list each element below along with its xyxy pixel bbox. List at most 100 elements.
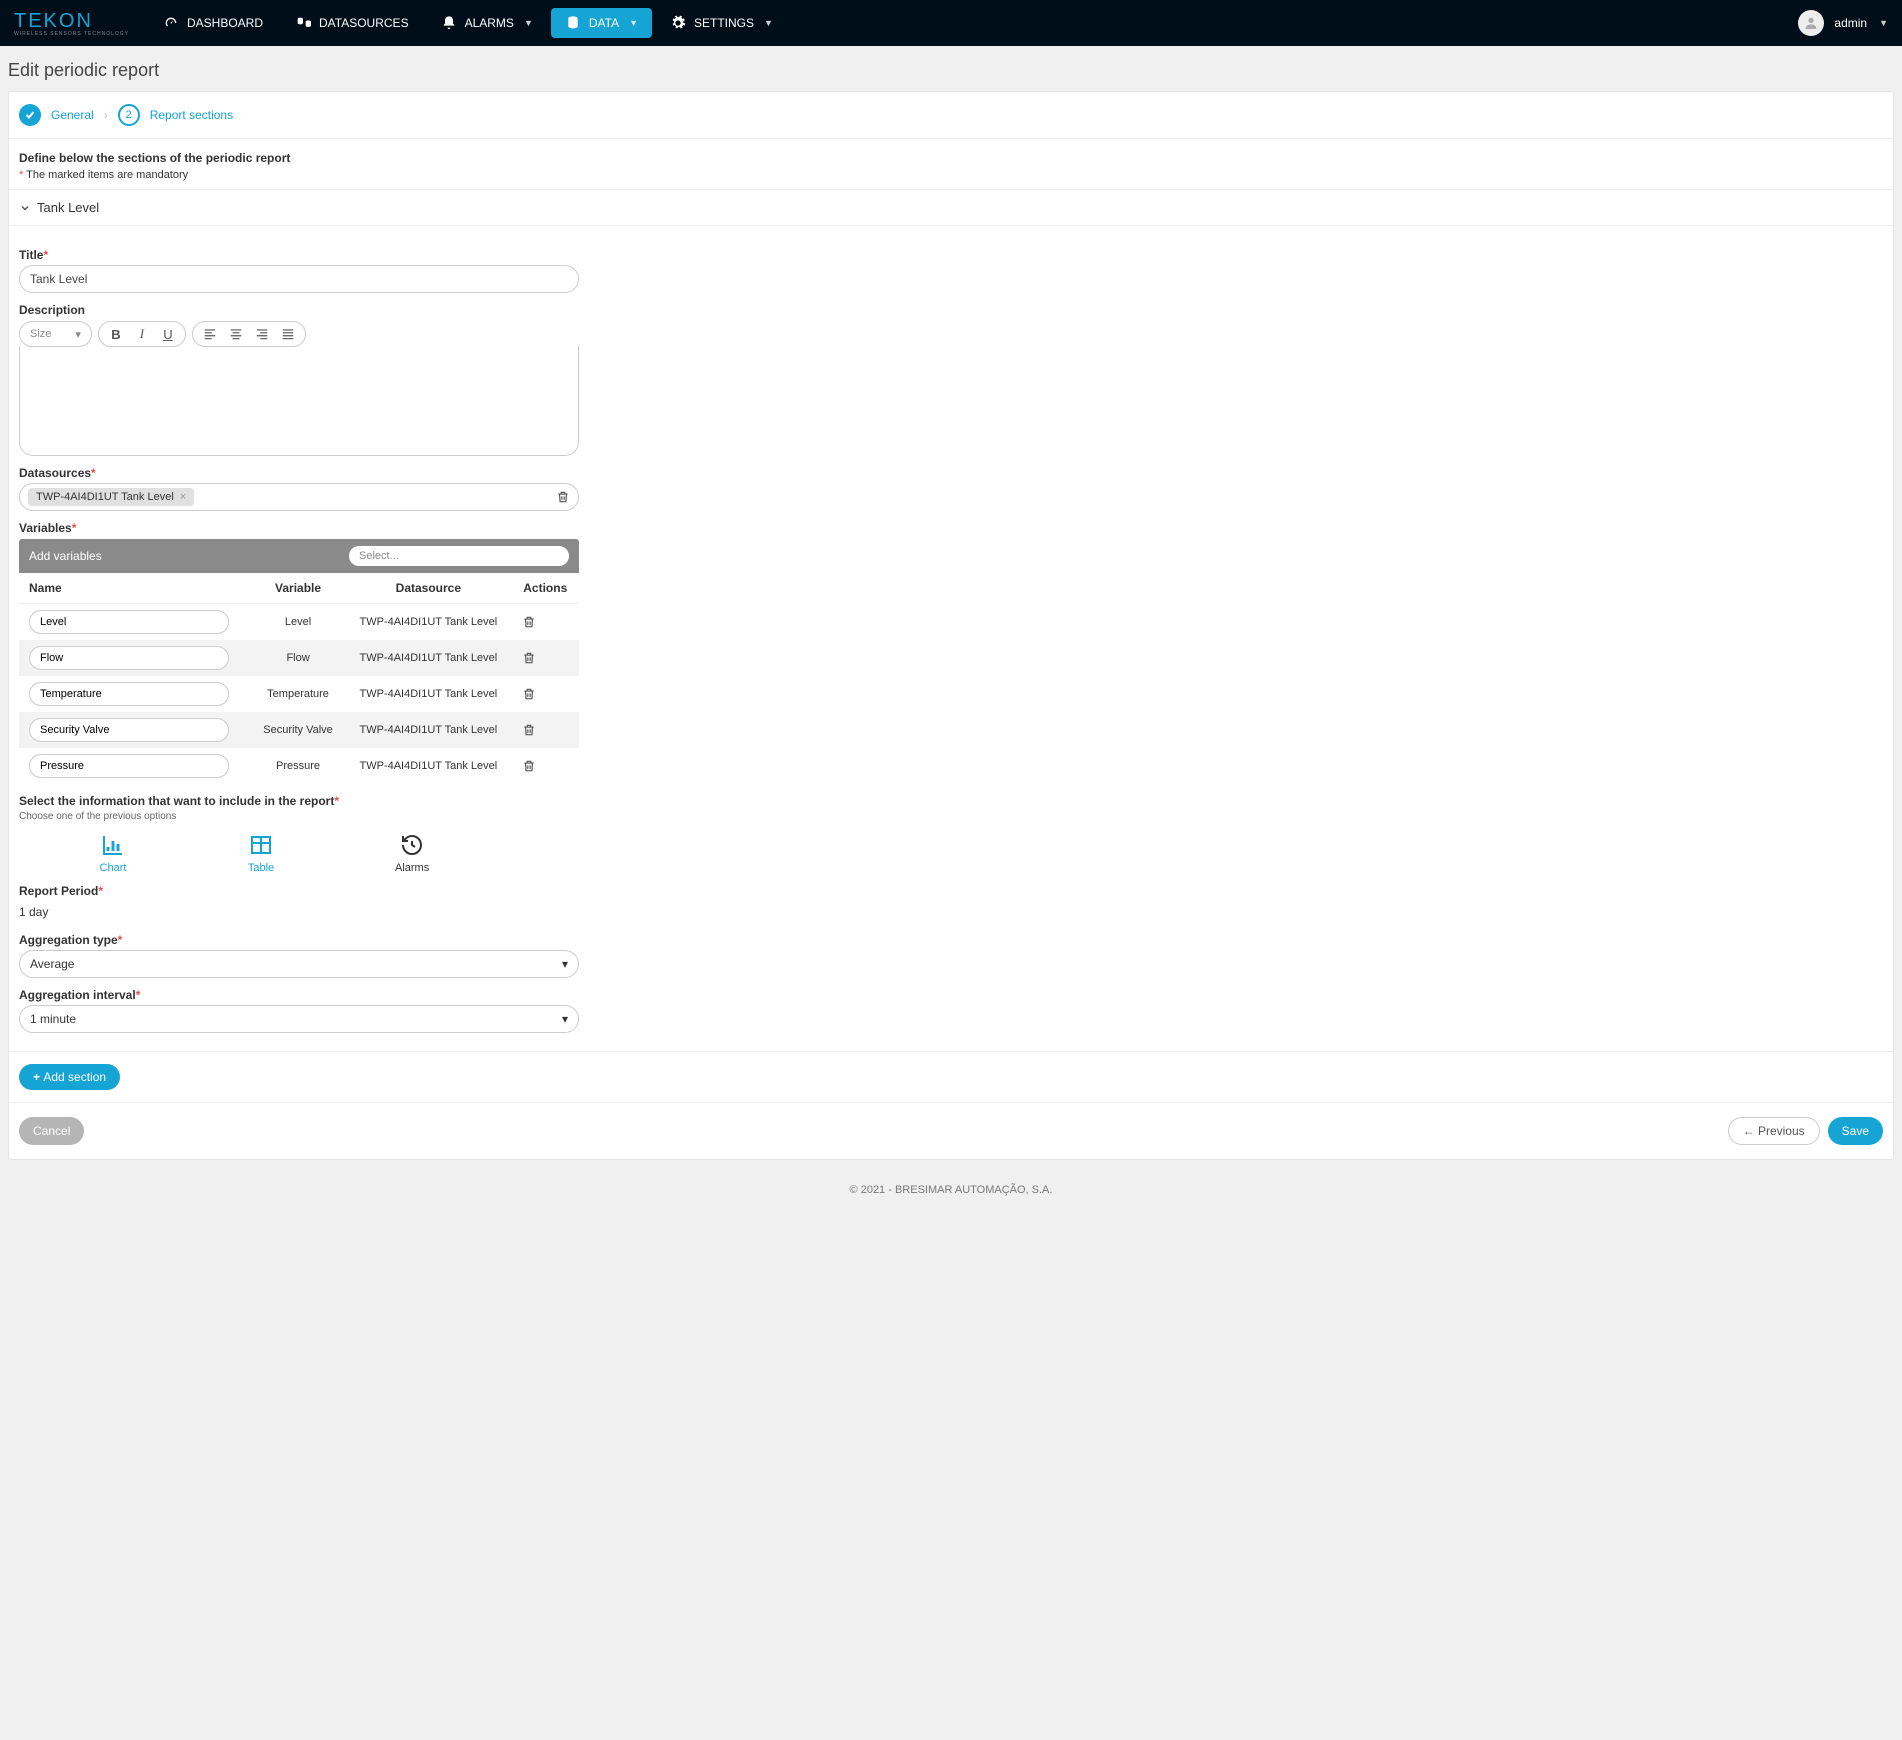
col-actions: Actions <box>512 573 580 604</box>
nav-items: DASHBOARD DATASOURCES ALARMS ▼ DATA ▼ <box>149 8 787 38</box>
delete-row-button[interactable] <box>522 615 570 629</box>
nav-alarms[interactable]: ALARMS ▼ <box>427 8 547 38</box>
size-dropdown[interactable]: Size▾ <box>19 321 92 347</box>
clear-datasources-button[interactable] <box>556 490 570 504</box>
gear-icon <box>670 15 686 31</box>
caret-down-icon: ▾ <box>562 957 568 971</box>
chart-icon <box>99 832 127 858</box>
chip-label: TWP-4AI4DI1UT Tank Level <box>36 491 174 503</box>
table-icon <box>247 832 275 858</box>
table-row: TemperatureTWP-4AI4DI1UT Tank Level <box>19 676 579 712</box>
chevron-down-icon: ▼ <box>629 18 638 28</box>
italic-button[interactable]: I <box>135 326 149 342</box>
align-center-button[interactable] <box>229 327 243 341</box>
datasource-chip: TWP-4AI4DI1UT Tank Level × <box>28 488 194 506</box>
include-chart-option[interactable]: Chart <box>99 832 127 874</box>
title-input[interactable] <box>19 265 579 293</box>
cancel-button[interactable]: Cancel <box>19 1117 84 1145</box>
align-justify-button[interactable] <box>281 327 295 341</box>
database-icon <box>565 15 581 31</box>
nav-dashboard[interactable]: DASHBOARD <box>149 8 277 38</box>
align-left-button[interactable] <box>203 327 217 341</box>
nav-settings[interactable]: SETTINGS ▼ <box>656 8 787 38</box>
variable-cell: Security Valve <box>251 712 345 748</box>
delete-row-button[interactable] <box>522 759 570 773</box>
nav-data[interactable]: DATA ▼ <box>551 8 652 38</box>
history-icon <box>398 832 426 858</box>
agg-type-select[interactable]: Average ▾ <box>19 950 579 978</box>
step-2-label[interactable]: Report sections <box>150 108 233 122</box>
chart-label: Chart <box>100 862 127 874</box>
delete-row-button[interactable] <box>522 723 570 737</box>
section-form: Title* Description Size▾ B I U Datasourc… <box>9 226 589 1051</box>
alarms-label: Alarms <box>395 862 429 874</box>
underline-button[interactable]: U <box>161 327 175 342</box>
copyright: © 2021 - BRESIMAR AUTOMAÇÃO, S.A. <box>0 1170 1902 1216</box>
datasource-cell: TWP-4AI4DI1UT Tank Level <box>345 748 511 784</box>
report-period-label: Report Period* <box>19 884 579 898</box>
agg-interval-value: 1 minute <box>30 1012 76 1026</box>
report-period-value: 1 day <box>19 901 579 923</box>
bold-button[interactable]: B <box>109 327 123 342</box>
section-accordion-header[interactable]: Tank Level <box>9 190 1893 226</box>
user-menu[interactable]: admin ▼ <box>1798 10 1888 36</box>
top-navbar: TEKON WIRELESS SENSORS TECHNOLOGY DASHBO… <box>0 0 1902 46</box>
gauge-icon <box>163 15 179 31</box>
chevron-down-icon: ▼ <box>764 18 773 28</box>
delete-row-button[interactable] <box>522 651 570 665</box>
variable-cell: Pressure <box>251 748 345 784</box>
nav-datasources[interactable]: DATASOURCES <box>281 8 423 38</box>
form-card: General › 2 Report sections Define below… <box>8 91 1894 1160</box>
chip-remove-icon[interactable]: × <box>180 491 186 503</box>
include-options: Chart Table Alarms <box>19 822 579 874</box>
previous-button[interactable]: ← Previous <box>1728 1117 1820 1145</box>
variable-name-input[interactable] <box>29 718 229 742</box>
table-row: PressureTWP-4AI4DI1UT Tank Level <box>19 748 579 784</box>
section-name: Tank Level <box>37 200 99 215</box>
datasources-label: Datasources* <box>19 466 579 480</box>
variable-select[interactable]: Select... <box>349 546 569 566</box>
step-1-done-icon[interactable] <box>19 104 41 126</box>
logo: TEKON WIRELESS SENSORS TECHNOLOGY <box>14 10 129 37</box>
caret-down-icon: ▾ <box>562 1012 568 1026</box>
variable-name-input[interactable] <box>29 646 229 670</box>
datasource-cell: TWP-4AI4DI1UT Tank Level <box>345 676 511 712</box>
chevron-down-icon <box>19 202 31 214</box>
datasources-input[interactable]: TWP-4AI4DI1UT Tank Level × <box>19 483 579 511</box>
add-variables-label: Add variables <box>29 549 102 563</box>
step-2-circle[interactable]: 2 <box>118 104 140 126</box>
logo-subtitle: WIRELESS SENSORS TECHNOLOGY <box>14 31 129 37</box>
description-editor[interactable] <box>19 346 579 456</box>
add-variables-bar: Add variables Select... <box>19 539 579 573</box>
logo-text: TEKON <box>14 10 129 33</box>
variable-name-input[interactable] <box>29 754 229 778</box>
variable-cell: Temperature <box>251 676 345 712</box>
variables-table: Name Variable Datasource Actions LevelTW… <box>19 573 579 784</box>
variable-name-input[interactable] <box>29 610 229 634</box>
include-alarms-option[interactable]: Alarms <box>395 832 429 874</box>
col-name: Name <box>19 573 251 604</box>
agg-interval-label: Aggregation interval* <box>19 988 579 1002</box>
agg-interval-select[interactable]: 1 minute ▾ <box>19 1005 579 1033</box>
datasource-cell: TWP-4AI4DI1UT Tank Level <box>345 604 511 641</box>
variable-cell: Flow <box>251 640 345 676</box>
delete-row-button[interactable] <box>522 687 570 701</box>
instructions-heading: Define below the sections of the periodi… <box>19 151 1883 165</box>
step-1-label[interactable]: General <box>51 108 94 122</box>
save-button[interactable]: Save <box>1828 1117 1883 1145</box>
include-note: Choose one of the previous options <box>19 811 579 822</box>
variable-name-input[interactable] <box>29 682 229 706</box>
mandatory-text: The marked items are mandatory <box>26 169 188 181</box>
instructions: Define below the sections of the periodi… <box>9 139 1893 190</box>
table-row: FlowTWP-4AI4DI1UT Tank Level <box>19 640 579 676</box>
align-right-button[interactable] <box>255 327 269 341</box>
avatar-icon <box>1798 10 1824 36</box>
bell-icon <box>441 15 457 31</box>
include-table-option[interactable]: Table <box>247 832 275 874</box>
page-title: Edit periodic report <box>0 46 1902 91</box>
title-label: Title* <box>19 248 579 262</box>
col-variable: Variable <box>251 573 345 604</box>
datasource-cell: TWP-4AI4DI1UT Tank Level <box>345 640 511 676</box>
editor-toolbar: Size▾ B I U <box>19 321 579 347</box>
add-section-button[interactable]: + Add section <box>19 1064 120 1090</box>
